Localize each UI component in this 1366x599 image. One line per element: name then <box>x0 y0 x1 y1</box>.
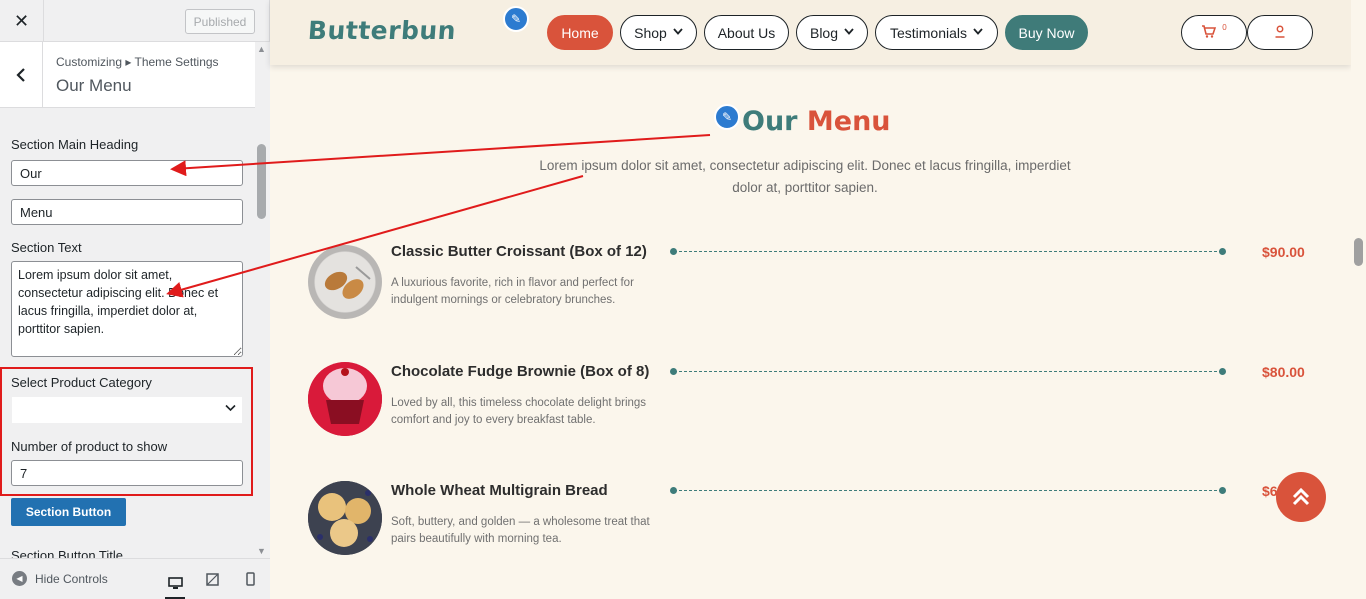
nav-buy-now[interactable]: Buy Now <box>1005 15 1088 50</box>
nav-about-label: About Us <box>717 24 776 41</box>
nav-shop-label: Shop <box>634 24 667 41</box>
section-button[interactable]: Section Button <box>11 498 126 526</box>
sidebar-scroll-thumb[interactable] <box>257 144 266 219</box>
item-desc: Loved by all, this timeless chocolate de… <box>391 397 647 426</box>
preview-scrollbar[interactable] <box>1351 0 1366 599</box>
mobile-icon[interactable] <box>240 569 260 589</box>
item-title[interactable]: Classic Butter Croissant (Box of 12) <box>391 243 647 260</box>
customizer-controls: Section Main Heading Section Text Lorem … <box>0 108 255 558</box>
site-header: Butterbun ✎ Home Shop About Us Blog Test… <box>270 0 1351 65</box>
leader-line <box>674 251 1222 252</box>
croissant-image <box>308 245 382 319</box>
edit-pencil-icon[interactable]: ✎ <box>714 104 740 130</box>
nav-blog[interactable]: Blog <box>796 15 868 50</box>
site-preview: Butterbun ✎ Home Shop About Us Blog Test… <box>270 0 1366 599</box>
leader-dot <box>1219 368 1226 375</box>
close-icon[interactable]: ✕ <box>0 0 44 42</box>
scroll-to-top-button[interactable] <box>1276 472 1326 522</box>
count-label: Number of product to show <box>11 439 168 454</box>
chevron-down-icon <box>973 27 983 38</box>
nav-testimonials-label: Testimonials <box>889 24 968 41</box>
cart-count: 0 <box>1222 23 1227 32</box>
sidebar-scrollbar[interactable]: ▲ ▼ <box>255 42 270 558</box>
hide-controls-icon: ◀ <box>12 571 27 586</box>
item-desc: Soft, buttery, and golden — a wholesome … <box>391 516 650 545</box>
cart-button[interactable]: 0 <box>1181 15 1247 50</box>
desktop-icon[interactable] <box>165 569 185 599</box>
nav-home-label: Home <box>561 24 599 41</box>
menu-heading-part1: Our <box>742 106 798 137</box>
product-count-input[interactable] <box>11 460 243 486</box>
hide-controls-label: Hide Controls <box>35 571 108 586</box>
nav-home[interactable]: Home <box>547 15 613 50</box>
leader-dot <box>1219 487 1226 494</box>
item-title[interactable]: Whole Wheat Multigrain Bread <box>391 482 608 499</box>
back-arrow-icon[interactable] <box>0 42 43 108</box>
section-text-label: Section Text <box>11 240 82 255</box>
section-title: Our Menu <box>56 76 132 95</box>
customizer-sidebar: ✕ Published Customizing ▸ Theme Settings… <box>0 0 270 599</box>
user-icon <box>1274 25 1286 41</box>
category-select[interactable] <box>11 396 243 424</box>
chevron-down-icon <box>844 27 854 38</box>
menu-item: Whole Wheat Multigrain Bread Soft, butte… <box>270 480 1351 570</box>
menu-item: Chocolate Fudge Brownie (Box of 8) Loved… <box>270 360 1351 450</box>
scroll-down-icon[interactable]: ▼ <box>257 546 266 556</box>
nav-buy-label: Buy Now <box>1018 24 1075 41</box>
nav-blog-label: Blog <box>809 24 839 41</box>
scroll-up-icon[interactable]: ▲ <box>257 44 266 54</box>
leader-line <box>674 490 1222 491</box>
item-price: $80.00 <box>1262 364 1305 380</box>
chevron-down-icon <box>673 27 683 38</box>
button-title-label: Section Button Title <box>11 548 124 558</box>
leader-line <box>674 371 1222 372</box>
menu-item: Classic Butter Croissant (Box of 12) A l… <box>270 240 1351 330</box>
bread-image <box>308 481 382 555</box>
main-heading-input-1[interactable] <box>11 160 243 186</box>
category-label: Select Product Category <box>11 375 152 390</box>
nav-testimonials[interactable]: Testimonials <box>875 15 998 50</box>
account-button[interactable] <box>1247 15 1313 50</box>
site-logo[interactable]: Butterbun <box>307 16 457 45</box>
nav-shop[interactable]: Shop <box>620 15 697 50</box>
double-chevron-up-icon <box>1292 487 1310 506</box>
menu-heading-part2: Menu <box>806 106 891 137</box>
breadcrumb-path: Customizing ▸ Theme Settings <box>56 55 219 69</box>
item-title[interactable]: Chocolate Fudge Brownie (Box of 8) <box>391 363 649 380</box>
preview-scroll-thumb[interactable] <box>1354 238 1363 266</box>
main-heading-input-2[interactable] <box>11 199 243 225</box>
item-price: $90.00 <box>1262 244 1305 260</box>
edit-pencil-icon[interactable]: ✎ <box>503 6 529 32</box>
tablet-icon[interactable] <box>202 569 222 589</box>
nav-about-us[interactable]: About Us <box>704 15 789 50</box>
section-breadcrumb: Customizing ▸ Theme Settings Our Menu <box>0 42 269 108</box>
main-heading-label: Section Main Heading <box>11 137 139 152</box>
section-text-textarea[interactable]: Lorem ipsum dolor sit amet, consectetur … <box>11 261 243 357</box>
published-button[interactable]: Published <box>185 9 255 34</box>
menu-subtext: Lorem ipsum dolor sit amet, consectetur … <box>539 158 1071 195</box>
item-desc: A luxurious favorite, rich in flavor and… <box>391 277 634 306</box>
hide-controls-button[interactable]: ◀ Hide Controls <box>12 571 108 586</box>
leader-dot <box>1219 248 1226 255</box>
menu-heading: Our Menu <box>742 106 891 137</box>
cart-icon <box>1201 24 1217 41</box>
brownie-image <box>308 362 382 436</box>
chevron-down-icon <box>225 401 236 415</box>
customizer-header: ✕ Published <box>0 0 269 42</box>
customizer-footer: ◀ Hide Controls <box>0 558 270 599</box>
